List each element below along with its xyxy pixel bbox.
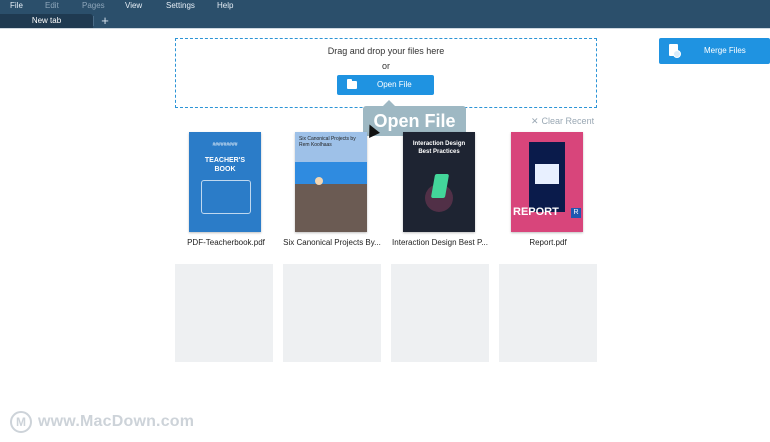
clear-recent-label: Clear Recent [541,116,595,126]
clear-recent-button[interactable]: ✕ Clear Recent [531,116,594,127]
empty-recent-slot [391,264,489,362]
thumbnail-title: Interaction Design Best Practices [412,141,466,155]
thumbnail-title-line-2: BOOK [214,166,236,173]
menu-settings[interactable]: Settings [166,1,195,10]
empty-recent-slot [499,264,597,362]
merge-files-label: Merge Files [704,46,746,55]
menu-bar: File Edit Pages View Settings Help [0,0,770,12]
thumbnail-title: Six Canonical Projects by Rem Koolhaas [299,136,356,148]
thumbnail-figure [315,177,323,185]
empty-recent-slot [175,264,273,362]
file-name: Six Canonical Projects By... [283,238,381,247]
drop-zone[interactable]: Drag and drop your files here or Open Fi… [175,38,597,108]
folder-icon [347,79,357,89]
merge-files-button[interactable]: Merge Files [659,38,770,64]
file-thumbnail[interactable]: Six Canonical Projects by Rem Koolhaas [295,132,367,232]
menu-view[interactable]: View [125,1,142,10]
menu-file[interactable]: File [10,1,23,10]
menu-edit[interactable]: Edit [45,1,59,10]
empty-recent-slot [283,264,381,362]
file-name: PDF-Teacherbook.pdf [187,238,265,247]
recent-file-card[interactable]: ######### TEACHER'S BOOK PDF-Teacherbook… [175,130,277,250]
file-thumbnail[interactable]: REPORT R [511,132,583,232]
watermark: www.MacDown.com [10,411,230,435]
recent-file-card[interactable]: Interaction Design Best Practices Intera… [389,130,491,250]
watermark-text: www.MacDown.com [38,413,195,430]
thumbnail-stairs [295,184,367,232]
drop-zone-or: or [381,61,390,71]
menu-pages[interactable]: Pages [82,1,105,10]
thumbnail-title: TEACHER'S BOOK [189,156,261,174]
menu-help[interactable]: Help [217,1,233,10]
thumbnail-brand: ######### [212,142,238,148]
close-icon: ✕ [531,116,539,126]
recent-file-card[interactable]: REPORT R Report.pdf [497,130,599,250]
file-thumbnail[interactable]: Interaction Design Best Practices [403,132,475,232]
thumbnail-report-text: REPORT [513,206,559,218]
add-tab-button[interactable]: + [97,14,113,28]
recent-file-card[interactable]: Six Canonical Projects by Rem Koolhaas S… [281,130,383,250]
watermark-logo-icon [10,411,32,433]
thumbnail-title-line-1: TEACHER'S [204,157,246,164]
titlebar-divider [0,28,770,29]
drop-zone-title: Drag and drop your files here [327,46,445,56]
thumbnail-illustration [201,180,251,214]
merge-files-icon [669,44,681,58]
thumbnail-r-badge: R [571,208,581,218]
tab-new[interactable]: New tab [0,14,93,28]
file-thumbnail[interactable]: ######### TEACHER'S BOOK [189,132,261,232]
file-name: Report.pdf [529,238,567,247]
open-file-button[interactable]: Open File [337,75,434,95]
tab-divider [93,16,94,26]
open-file-label: Open File [377,80,412,89]
file-name: Interaction Design Best P... [392,238,488,247]
title-bar: File Edit Pages View Settings Help New t… [0,0,770,28]
thumbnail-sheet [535,164,559,184]
